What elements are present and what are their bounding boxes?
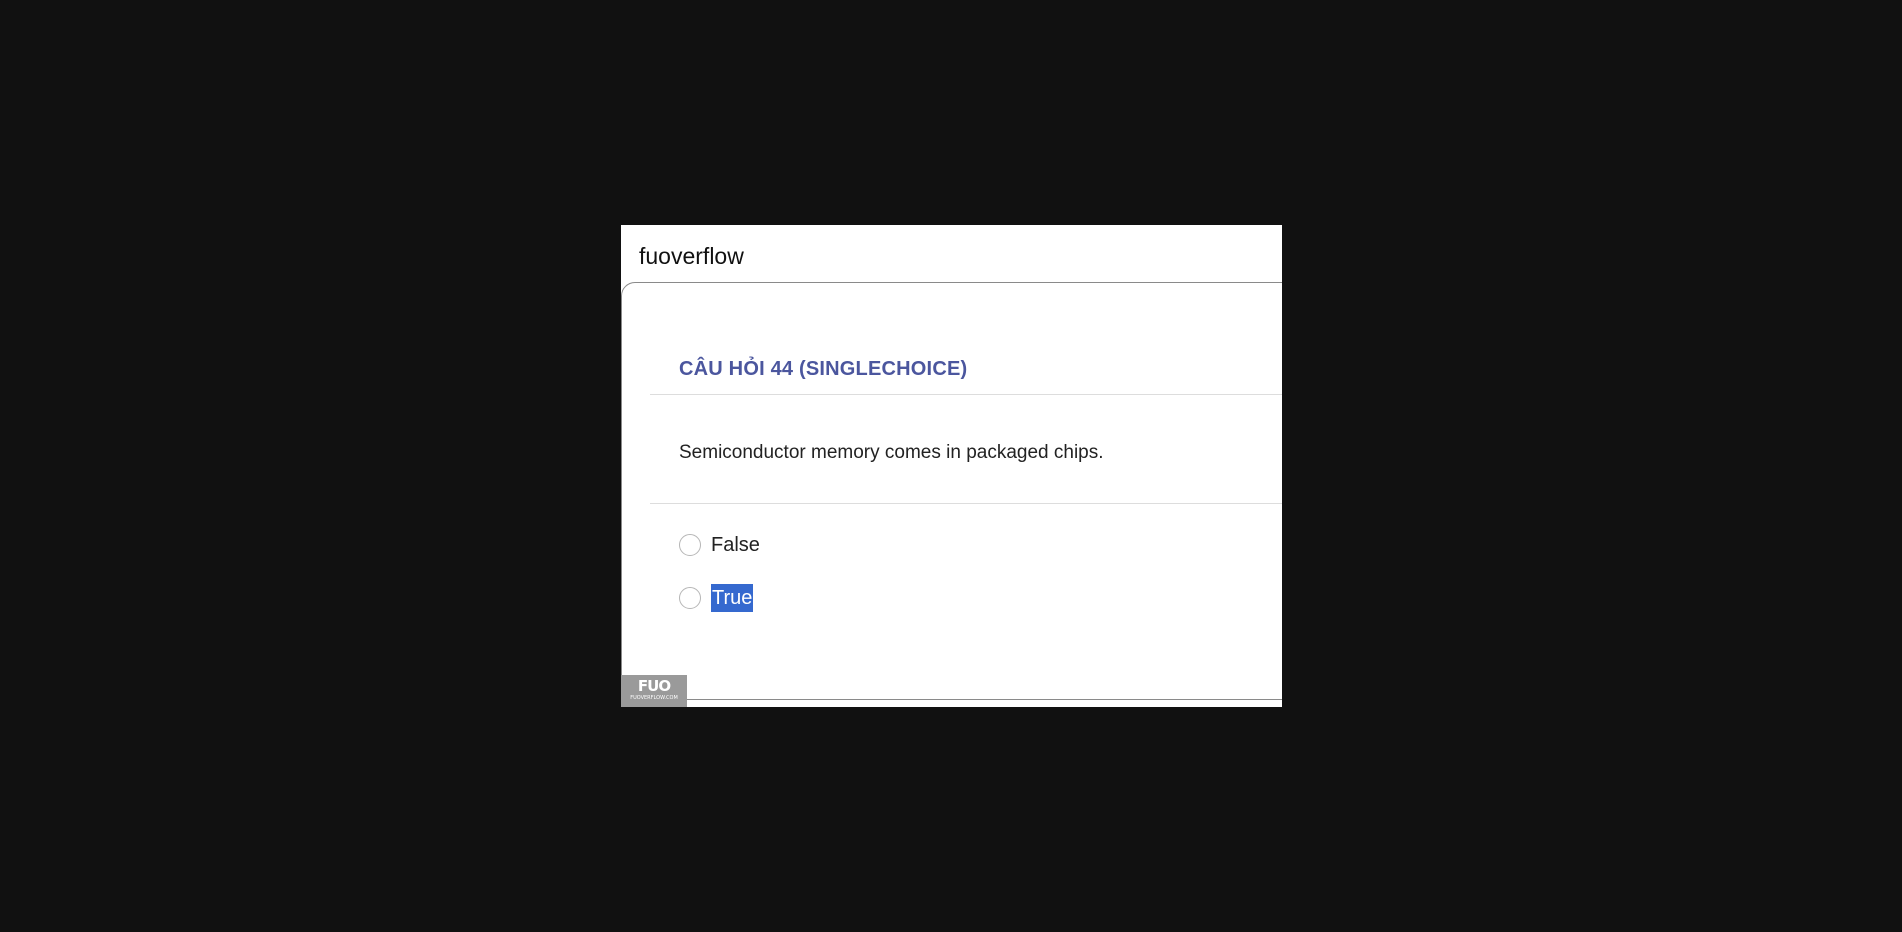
question-text: Semiconductor memory comes in packaged c… [679, 442, 1104, 463]
site-title: fuoverflow [639, 243, 744, 269]
answer-label-true: True [711, 584, 754, 612]
answer-divider [650, 503, 1282, 504]
radio-button-true[interactable] [679, 587, 701, 609]
watermark-domain-text: FUOVERFLOW.COM [630, 695, 678, 701]
fuo-watermark-logo: FUO FUOVERFLOW.COM [621, 675, 687, 707]
site-header: fuoverflow [621, 225, 1282, 283]
answer-option-true[interactable]: True [679, 583, 754, 613]
watermark-logo-text: FUO [637, 677, 671, 695]
answer-option-false[interactable]: False [679, 530, 760, 560]
question-title: CÂU HỎI 44 (SINGLECHOICE) [679, 357, 968, 380]
screenshot-viewer-image: fuoverflow CÂU HỎI 44 (SINGLECHOICE) Sem… [621, 225, 1282, 707]
question-title-divider [650, 394, 1282, 395]
question-card: CÂU HỎI 44 (SINGLECHOICE) Semiconductor … [621, 282, 1282, 700]
answer-label-false: False [711, 534, 760, 556]
radio-button-false[interactable] [679, 534, 701, 556]
